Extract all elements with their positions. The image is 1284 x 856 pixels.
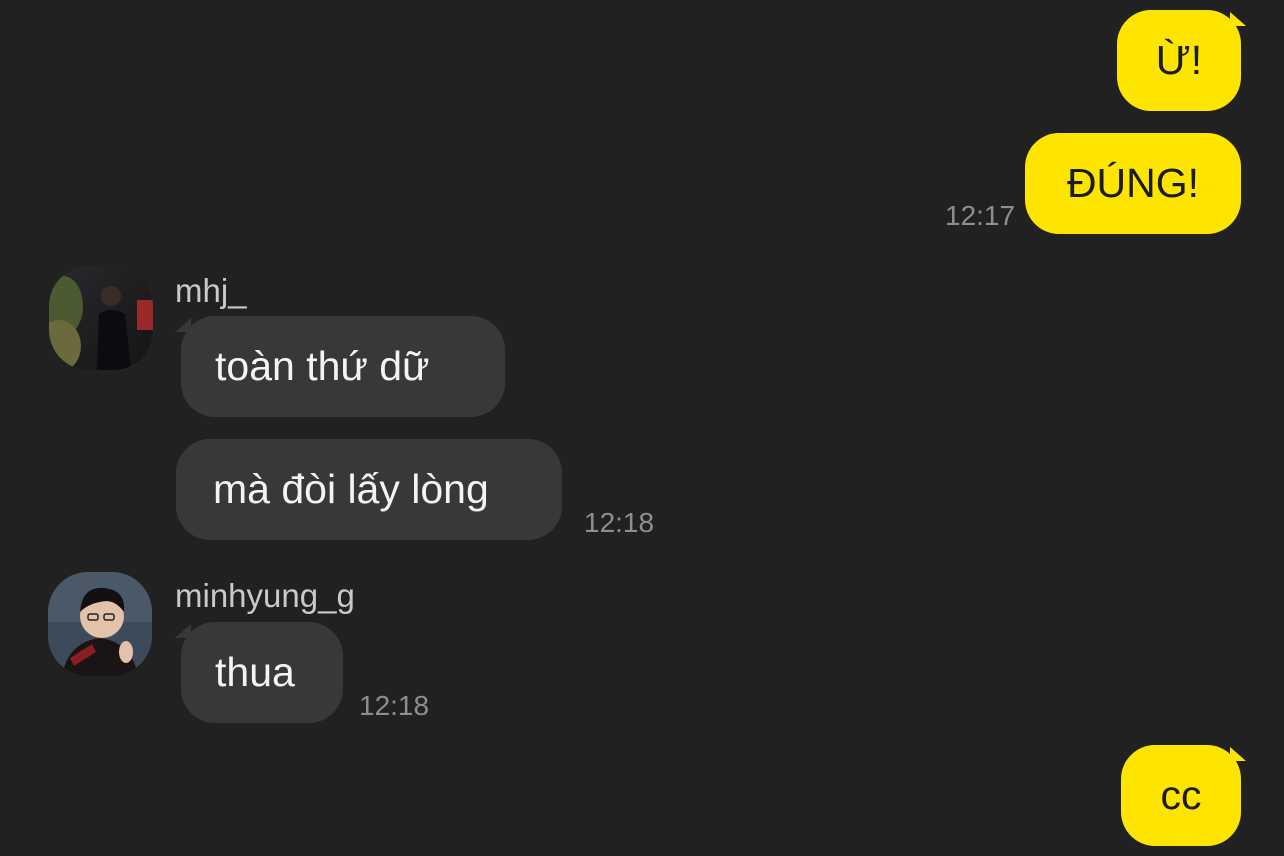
message-text: toàn thứ dữ (215, 343, 430, 389)
user-photo-icon (49, 266, 153, 370)
my-message-bubble[interactable]: Ừ! (1117, 10, 1241, 111)
chat-screen: Ừ! ĐÚNG! 12:17 mhj_ toàn thứ dữ mà đòi l… (0, 0, 1284, 856)
my-message-bubble[interactable]: ĐÚNG! (1025, 133, 1241, 234)
bubble-tail (1230, 12, 1246, 26)
their-message-bubble[interactable]: mà đòi lấy lòng (176, 439, 562, 540)
message-timestamp: 12:18 (359, 690, 430, 721)
sender-avatar[interactable] (48, 572, 152, 676)
their-message-bubble[interactable]: thua (181, 622, 343, 723)
sender-name: mhj_ (175, 272, 247, 309)
bubble-tail (1230, 747, 1246, 761)
my-message-bubble[interactable]: cc (1121, 745, 1241, 846)
message-text: cc (1160, 772, 1202, 818)
bubble-tail (175, 318, 191, 332)
message-timestamp: 12:18 (584, 507, 655, 538)
sender-avatar[interactable] (49, 266, 153, 370)
message-text: ĐÚNG! (1066, 160, 1200, 206)
sender-name: minhyung_g (175, 577, 355, 614)
their-message-bubble[interactable]: toàn thứ dữ (181, 316, 505, 417)
message-text: mà đòi lấy lòng (213, 466, 489, 512)
message-text: Ừ! (1155, 37, 1203, 83)
bubble-tail (175, 624, 191, 638)
message-timestamp: 12:17 (945, 200, 1016, 231)
user-photo-icon (48, 572, 152, 676)
message-text: thua (215, 649, 295, 695)
